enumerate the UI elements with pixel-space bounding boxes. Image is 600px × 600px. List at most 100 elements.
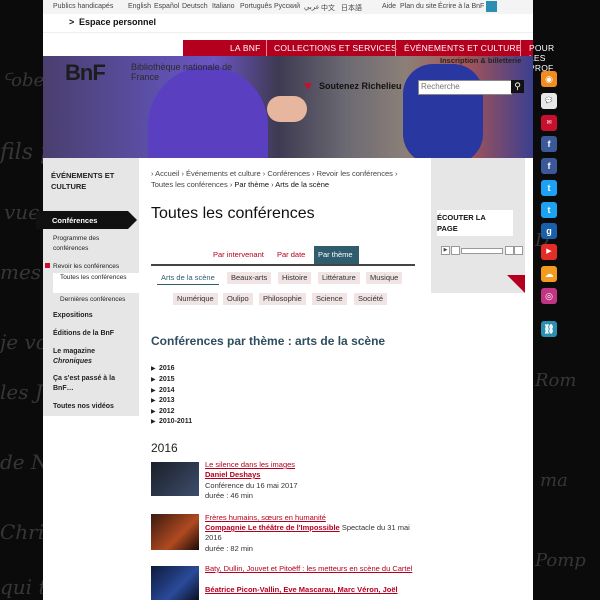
theme-arts-scene[interactable]: Arts de la scène [157, 272, 219, 285]
crumb-current: Arts de la scène [275, 180, 330, 189]
espace-label: Espace personnel [79, 17, 157, 27]
handicap-link[interactable]: Publics handicapés [53, 3, 113, 10]
facebook-icon[interactable]: f [541, 158, 557, 174]
listen-box: ÉCOUTER LA PAGE ▶ [431, 158, 525, 293]
banner-hand [267, 96, 307, 122]
left-sidebar: ÉVÉNEMENTS ET CULTURE Programme des conf… [43, 158, 139, 416]
lang-espanol[interactable]: Español [154, 3, 179, 10]
theme-numerique[interactable]: Numérique [173, 293, 218, 305]
rss-icon[interactable]: ◉ [541, 71, 557, 87]
sidebar-active-conferences[interactable]: Conférences [36, 211, 137, 229]
sidebar-magazine[interactable]: Le magazine [53, 347, 95, 357]
sidebar-revoir[interactable]: Revoir les conférences [45, 262, 119, 272]
year-heading: 2016 [151, 441, 178, 455]
year-link[interactable]: 2010-2011 [159, 418, 192, 425]
sidebar-passe[interactable]: Ça s'est passé à la BnF… [53, 374, 129, 394]
crumb-conferences[interactable]: Conférences [267, 169, 310, 178]
sidebar-editions[interactable]: Éditions de la BnF [53, 329, 114, 339]
tab-par-date[interactable]: Par date [277, 250, 305, 259]
theme-societe[interactable]: Société [354, 293, 388, 305]
conference-duration: durée : 82 min [205, 544, 253, 553]
bnf-logo-subtitle: Bibliothèque nationale de France [131, 62, 233, 82]
soundcloud-icon[interactable]: ☁ [541, 266, 557, 282]
sidebar-videos[interactable]: Toutes nos vidéos [53, 402, 114, 412]
facebook-icon[interactable]: f [541, 136, 557, 152]
triangle-right-icon: ▶ [151, 398, 156, 404]
accessibility-icon[interactable] [486, 1, 497, 12]
settings-icon[interactable] [514, 246, 523, 255]
crumb-revoir[interactable]: Revoir les conférences [317, 169, 393, 178]
nav-divider [520, 40, 521, 56]
nav-la-bnf[interactable]: LA BNF [230, 43, 261, 53]
espace-personnel[interactable]: > Espace personnel [43, 14, 533, 33]
theme-science[interactable]: Science [312, 293, 347, 305]
lettre-icon[interactable]: ✉ [541, 115, 557, 131]
conference-thumbnail[interactable] [151, 462, 199, 496]
conference-author[interactable]: Daniel Deshays [205, 470, 260, 480]
audio-player[interactable]: ▶ [437, 246, 523, 255]
sidebar-toutes[interactable]: Toutes les conférences [60, 273, 130, 283]
nav-collections[interactable]: COLLECTIONS ET SERVICES [274, 43, 397, 53]
year-link[interactable]: 2016 [159, 365, 175, 372]
theme-oulipo[interactable]: Oulipo [223, 293, 253, 305]
conference-thumbnail[interactable] [151, 514, 199, 550]
lang-deutsch[interactable]: Deutsch [182, 3, 208, 10]
nav-evenements[interactable]: ÉVÉNEMENTS ET CULTURE [404, 43, 522, 53]
search-icon: ⚲ [514, 81, 521, 91]
progress-bar[interactable] [461, 248, 503, 254]
search-box [418, 80, 512, 95]
conference-title[interactable]: Frères humains, sœurs en humanité [205, 513, 326, 523]
crumb-toutes[interactable]: Toutes les conférences [151, 180, 228, 189]
search-input[interactable] [419, 81, 511, 92]
sidebar-expositions[interactable]: Expositions [53, 311, 93, 321]
twitter-icon[interactable]: t [541, 180, 557, 196]
conference-title[interactable]: Baty, Dullin, Jouvet et Pitoëff : les me… [205, 564, 417, 574]
tab-par-theme[interactable]: Par thème [314, 246, 359, 264]
inscription-link[interactable]: Inscription & billetterie [440, 56, 521, 65]
lang-italiano[interactable]: Italiano [212, 3, 235, 10]
theme-musique[interactable]: Musique [366, 272, 403, 284]
lang-chinese[interactable]: 中文 [321, 3, 335, 13]
sidebar-active-label: Conférences [52, 216, 98, 225]
conference-title[interactable]: Le silence dans les images [205, 460, 295, 470]
lang-arabic[interactable]: عربي [304, 3, 320, 11]
lang-english[interactable]: English [128, 3, 151, 10]
crumb-evenements[interactable]: Événements et culture [186, 169, 261, 178]
lang-russian[interactable]: Русский [274, 3, 300, 10]
sidebar-chroniques[interactable]: Chroniques [53, 357, 92, 367]
ecrire-link[interactable]: Écrire à la BnF [438, 3, 484, 10]
blogs-icon[interactable]: 💬 [541, 93, 557, 109]
year-link[interactable]: 2012 [159, 408, 175, 415]
year-link[interactable]: 2015 [159, 376, 175, 383]
theme-beaux-arts[interactable]: Beaux-arts [227, 272, 272, 284]
conference-thumbnail[interactable] [151, 566, 199, 600]
year-link[interactable]: 2014 [159, 387, 175, 394]
theme-litterature[interactable]: Littérature [318, 272, 360, 284]
bnf-logo[interactable]: BnF [65, 60, 106, 86]
link-icon[interactable]: ⛓ [541, 321, 557, 337]
sidebar-dernieres[interactable]: Dernières conférences [60, 295, 125, 305]
tab-par-intervenant[interactable]: Par intervenant [213, 250, 264, 259]
gallica-icon[interactable]: g [541, 223, 557, 239]
view-tabs: Par intervenant Par date [151, 246, 415, 266]
soutenez-link[interactable]: Soutenez Richelieu [319, 81, 402, 91]
conference-author[interactable]: Compagnie Le théâtre de l'Impossible [205, 523, 340, 532]
instagram-icon[interactable]: ◎ [541, 288, 557, 304]
crumb-accueil[interactable]: Accueil [155, 169, 179, 178]
theme-philosophie[interactable]: Philosophie [259, 293, 306, 305]
year-link[interactable]: 2013 [159, 397, 175, 404]
plan-link[interactable]: Plan du site [400, 3, 437, 10]
sidebar-programme[interactable]: Programme des conférences [53, 234, 131, 254]
aide-link[interactable]: Aide [382, 3, 396, 10]
lang-japanese[interactable]: 日本語 [341, 3, 362, 13]
youtube-icon[interactable]: ▶ [541, 244, 557, 260]
twitter-icon[interactable]: t [541, 202, 557, 218]
search-button[interactable]: ⚲ [511, 80, 524, 93]
play-icon[interactable]: ▶ [441, 246, 450, 255]
stop-icon[interactable] [451, 246, 460, 255]
conference-author[interactable]: Béatrice Picon-Vallin, Eve Mascarau, Mar… [205, 585, 420, 595]
crumb-par-theme[interactable]: Par thème [234, 180, 269, 189]
volume-icon[interactable] [505, 246, 514, 255]
theme-histoire[interactable]: Histoire [278, 272, 312, 284]
lang-portugues[interactable]: Português [240, 3, 272, 10]
